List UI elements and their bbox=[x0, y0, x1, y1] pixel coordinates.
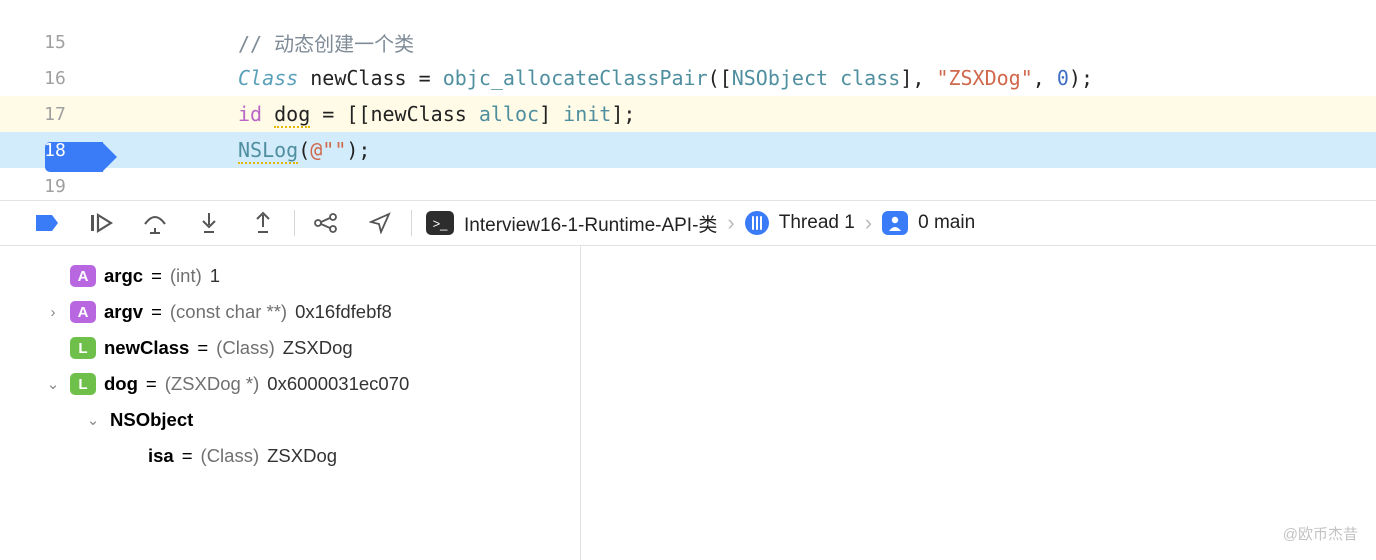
line-number: 15 bbox=[44, 32, 66, 53]
variable-value: 0x16fdfebf8 bbox=[295, 301, 392, 323]
step-over-icon bbox=[142, 212, 168, 234]
variable-row[interactable]: › Aargv = (const char **) 0x16fdfebf8 bbox=[0, 294, 580, 330]
code-line[interactable]: 18 NSLog(@""); bbox=[0, 132, 1376, 168]
code-line[interactable]: 16 Class newClass = objc_allocateClassPai… bbox=[0, 60, 1376, 96]
location-button[interactable] bbox=[353, 203, 407, 243]
variable-value: 1 bbox=[210, 265, 220, 287]
variable-row[interactable]: LnewClass = (Class) ZSXDog bbox=[0, 330, 580, 366]
graph-icon bbox=[313, 212, 339, 234]
continue-button[interactable] bbox=[74, 203, 128, 243]
variable-kind-badge: L bbox=[70, 373, 96, 395]
variable-name: newClass bbox=[104, 337, 189, 359]
variable-type: (Class) bbox=[216, 337, 275, 359]
console-panel[interactable] bbox=[581, 246, 1376, 560]
variable-row[interactable]: Aargc = (int) 1 bbox=[0, 258, 580, 294]
code-line[interactable]: 15 // 动态创建一个类 bbox=[0, 24, 1376, 60]
variable-value: 0x6000031ec070 bbox=[267, 373, 409, 395]
step-into-icon bbox=[198, 211, 220, 235]
person-icon bbox=[882, 211, 908, 235]
variable-name: argv bbox=[104, 301, 143, 323]
variables-panel[interactable]: Aargc = (int) 1›Aargv = (const char **) … bbox=[0, 246, 581, 560]
variable-name: NSObject bbox=[110, 409, 193, 431]
chevron-right-icon: › bbox=[865, 210, 872, 236]
equals-sign: = bbox=[197, 337, 208, 359]
equals-sign: = bbox=[151, 301, 162, 323]
line-number: 19 bbox=[44, 176, 66, 197]
variable-type: (const char **) bbox=[170, 301, 287, 323]
step-out-button[interactable] bbox=[236, 203, 290, 243]
variable-value: ZSXDog bbox=[283, 337, 353, 359]
variable-name: isa bbox=[148, 445, 174, 467]
breadcrumb-frame[interactable]: 0 main bbox=[918, 212, 975, 234]
line-number: 17 bbox=[44, 104, 66, 125]
terminal-icon: >_ bbox=[426, 211, 454, 235]
variable-name: dog bbox=[104, 373, 138, 395]
variable-name: argc bbox=[104, 265, 143, 287]
variable-kind-badge: A bbox=[70, 301, 96, 323]
code-content[interactable]: NSLog(@""); bbox=[110, 138, 370, 162]
variable-type: (Class) bbox=[201, 445, 260, 467]
thread-icon bbox=[745, 211, 769, 235]
variable-row[interactable]: ⌄ NSObject bbox=[0, 402, 580, 438]
gutter[interactable]: 15 bbox=[0, 32, 110, 53]
line-number: 16 bbox=[44, 68, 66, 89]
variable-type: (int) bbox=[170, 265, 202, 287]
variable-kind-badge: L bbox=[70, 337, 96, 359]
variable-value: ZSXDog bbox=[267, 445, 337, 467]
code-content[interactable]: id dog = [[newClass alloc] init]; bbox=[110, 102, 635, 126]
code-line[interactable]: 19 bbox=[0, 168, 1376, 200]
gutter[interactable]: 18 bbox=[0, 140, 110, 161]
breakpoints-toggle-button[interactable] bbox=[20, 203, 74, 243]
chevron-right-icon: › bbox=[727, 210, 734, 236]
breadcrumb-thread[interactable]: Thread 1 bbox=[779, 212, 855, 234]
chevron-down-icon[interactable]: ⌄ bbox=[44, 375, 62, 393]
continue-icon bbox=[89, 213, 113, 233]
variable-row[interactable]: isa = (Class) ZSXDog bbox=[0, 438, 580, 474]
watermark: @欧币杰昔 bbox=[1283, 523, 1358, 544]
code-content[interactable]: // 动态创建一个类 bbox=[110, 28, 414, 57]
debug-graph-button[interactable] bbox=[299, 203, 353, 243]
chevron-down-icon[interactable]: ⌄ bbox=[84, 411, 102, 429]
breadcrumb-target[interactable]: Interview16-1-Runtime-API-类 bbox=[464, 210, 717, 237]
toolbar-divider bbox=[294, 210, 295, 236]
equals-sign: = bbox=[151, 265, 162, 287]
variable-row[interactable]: ⌄ Ldog = (ZSXDog *) 0x6000031ec070 bbox=[0, 366, 580, 402]
code-content[interactable]: Class newClass = objc_allocateClassPair(… bbox=[110, 66, 1093, 90]
gutter[interactable]: 19 bbox=[0, 176, 110, 197]
toolbar-divider bbox=[411, 210, 412, 236]
debug-breadcrumb: >_ Interview16-1-Runtime-API-类 › Thread … bbox=[416, 210, 975, 237]
debug-panels: Aargc = (int) 1›Aargv = (const char **) … bbox=[0, 246, 1376, 560]
step-into-button[interactable] bbox=[182, 203, 236, 243]
code-line[interactable]: 17 id dog = [[newClass alloc] init]; bbox=[0, 96, 1376, 132]
gutter[interactable]: 16 bbox=[0, 68, 110, 89]
variable-kind-badge: A bbox=[70, 265, 96, 287]
step-out-icon bbox=[252, 211, 274, 235]
gutter[interactable]: 17 bbox=[0, 104, 110, 125]
debug-toolbar: >_ Interview16-1-Runtime-API-类 › Thread … bbox=[0, 200, 1376, 246]
line-number: 18 bbox=[44, 140, 66, 161]
code-editor[interactable]: 15 // 动态创建一个类 16 Class newClass = objc_allo… bbox=[0, 0, 1376, 200]
step-over-button[interactable] bbox=[128, 203, 182, 243]
breakpoint-icon bbox=[34, 213, 60, 233]
chevron-right-icon[interactable]: › bbox=[44, 304, 62, 321]
variable-type: (ZSXDog *) bbox=[165, 373, 260, 395]
equals-sign: = bbox=[146, 373, 157, 395]
equals-sign: = bbox=[182, 445, 193, 467]
location-icon bbox=[369, 212, 391, 234]
